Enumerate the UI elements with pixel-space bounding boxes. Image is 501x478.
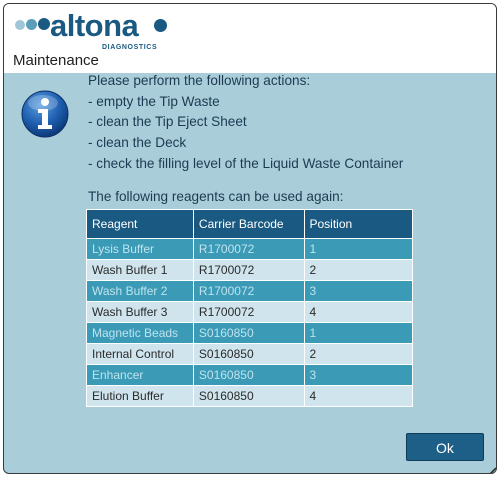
cell-barcode: S0160850 bbox=[192, 322, 305, 344]
column-header-reagent: Reagent bbox=[86, 209, 194, 239]
dialog-title: Maintenance bbox=[13, 52, 99, 69]
cell-reagent: Enhancer bbox=[86, 364, 194, 386]
column-header-carrier-barcode: Carrier Barcode bbox=[192, 209, 305, 239]
cell-barcode: R1700072 bbox=[192, 259, 305, 281]
column-header-position: Position bbox=[303, 209, 413, 239]
cell-reagent: Wash Buffer 1 bbox=[86, 259, 194, 281]
dialog-header: altona DIAGNOSTICS Maintenance bbox=[4, 4, 496, 73]
logo-dot bbox=[15, 20, 25, 30]
table-header-row: Reagent Carrier Barcode Position bbox=[86, 209, 413, 239]
table-row[interactable]: Enhancer S0160850 3 bbox=[86, 364, 413, 386]
cell-position: 2 bbox=[303, 343, 413, 365]
reagents-heading: The following reagents can be used again… bbox=[88, 189, 344, 204]
cell-barcode: R1700072 bbox=[192, 280, 305, 302]
table-row[interactable]: Elution Buffer S0160850 4 bbox=[86, 385, 413, 407]
resize-grip-icon[interactable] bbox=[486, 463, 496, 473]
logo-subtitle: DIAGNOSTICS bbox=[102, 44, 158, 51]
table-row[interactable]: Magnetic Beads S0160850 1 bbox=[86, 322, 413, 344]
table-row[interactable]: Wash Buffer 3 R1700072 4 bbox=[86, 301, 413, 323]
logo-dot bbox=[154, 19, 167, 32]
cell-barcode: R1700072 bbox=[192, 238, 305, 260]
table-row[interactable]: Wash Buffer 1 R1700072 2 bbox=[86, 259, 413, 281]
cell-reagent: Wash Buffer 3 bbox=[86, 301, 194, 323]
ok-button[interactable]: Ok bbox=[406, 433, 484, 461]
maintenance-dialog: altona DIAGNOSTICS Maintenance Please pe… bbox=[3, 3, 497, 474]
reagents-table: Reagent Carrier Barcode Position Lysis B… bbox=[86, 209, 413, 407]
info-icon bbox=[21, 90, 69, 138]
cell-position: 3 bbox=[303, 280, 413, 302]
logo-dot bbox=[38, 18, 50, 30]
cell-position: 2 bbox=[303, 259, 413, 281]
cell-barcode: R1700072 bbox=[192, 301, 305, 323]
message-line: - clean the Tip Eject Sheet bbox=[88, 114, 247, 130]
cell-position: 4 bbox=[303, 385, 413, 407]
cell-position: 1 bbox=[303, 238, 413, 260]
message-line: - empty the Tip Waste bbox=[88, 93, 220, 109]
cell-reagent: Elution Buffer bbox=[86, 385, 194, 407]
cell-reagent: Lysis Buffer bbox=[86, 238, 194, 260]
cell-position: 4 bbox=[303, 301, 413, 323]
logo-dot bbox=[26, 19, 37, 30]
table-row[interactable]: Lysis Buffer R1700072 1 bbox=[86, 238, 413, 260]
cell-reagent: Magnetic Beads bbox=[86, 322, 194, 344]
cell-position: 1 bbox=[303, 322, 413, 344]
altona-logo: altona DIAGNOSTICS bbox=[15, 8, 185, 52]
logo-wordmark: altona bbox=[50, 8, 139, 43]
cell-barcode: S0160850 bbox=[192, 343, 305, 365]
message-line: - check the filling level of the Liquid … bbox=[88, 155, 404, 171]
cell-position: 3 bbox=[303, 364, 413, 386]
cell-barcode: S0160850 bbox=[192, 385, 305, 407]
maintenance-actions: Please perform the following actions: - … bbox=[88, 71, 403, 175]
cell-reagent: Wash Buffer 2 bbox=[86, 280, 194, 302]
cell-reagent: Internal Control bbox=[86, 343, 194, 365]
message-line: - clean the Deck bbox=[88, 135, 187, 151]
table-row[interactable]: Internal Control S0160850 2 bbox=[86, 343, 413, 365]
cell-barcode: S0160850 bbox=[192, 364, 305, 386]
message-line: Please perform the following actions: bbox=[88, 73, 311, 88]
table-row[interactable]: Wash Buffer 2 R1700072 3 bbox=[86, 280, 413, 302]
